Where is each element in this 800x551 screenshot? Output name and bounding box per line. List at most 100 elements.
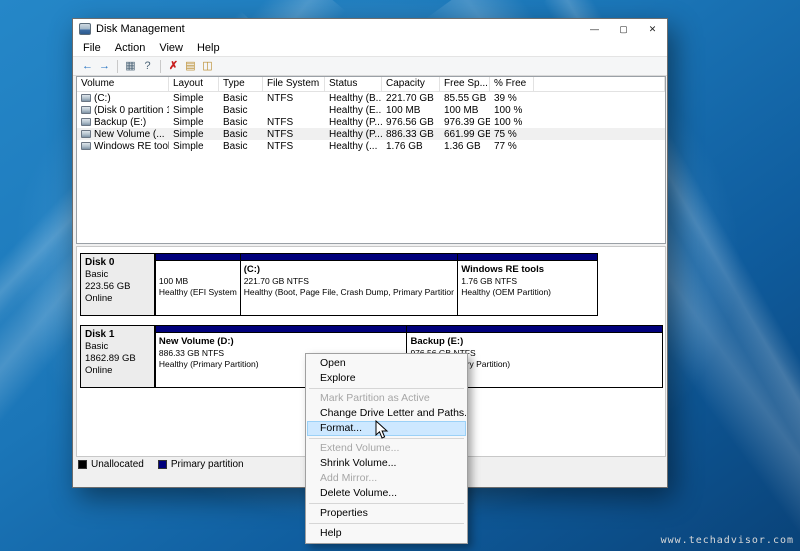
legend-label: Unallocated [91,459,144,470]
table-cell: Healthy (B... [325,93,382,104]
partition-status: Healthy (Boot, Page File, Crash Dump, Pr… [244,287,455,297]
table-cell: Healthy (P... [325,129,382,140]
partition-name: (C:) [244,264,455,275]
column-header-filesystem[interactable]: File System [263,77,325,91]
table-cell: Simple [169,117,219,128]
table-cell: 976.56 GB [382,117,440,128]
table-cell: Backup (E:) [94,117,146,128]
menu-item-change-drive-letter[interactable]: Change Drive Letter and Paths... [307,406,466,421]
title-bar[interactable]: Disk Management — ▢ ✕ [73,19,667,39]
table-cell: 1.36 GB [440,141,490,152]
menu-item-open[interactable]: Open [307,356,466,371]
table-cell: Simple [169,93,219,104]
back-icon[interactable]: ← [79,59,96,74]
table-cell: 100 % [490,105,534,116]
disk-type: Basic [85,341,150,352]
partition-name: New Volume (D:) [159,336,404,347]
table-row[interactable]: Windows RE tools Simple Basic NTFS Healt… [77,140,665,152]
drive-icon [81,130,91,138]
table-cell: Windows RE tools [94,141,169,152]
table-cell: 100 MB [440,105,490,116]
maximize-button[interactable]: ▢ [609,19,638,39]
table-cell: 886.33 GB [382,129,440,140]
menu-item-extend-volume: Extend Volume... [307,441,466,456]
table-cell: 100 % [490,117,534,128]
console-tree-icon[interactable]: ▦ [122,59,139,74]
menu-separator [309,388,464,389]
column-header-capacity[interactable]: Capacity [382,77,440,91]
disk-name: Disk 0 [85,257,150,268]
menu-help[interactable]: Help [190,42,227,54]
forward-icon[interactable]: → [96,59,113,74]
rescan-disks-icon[interactable]: ◫ [199,59,216,74]
table-cell: New Volume (... [94,129,165,140]
menu-separator [309,503,464,504]
column-header-volume[interactable]: Volume [77,77,169,91]
menu-item-explore[interactable]: Explore [307,371,466,386]
table-cell: Basic [219,105,263,116]
primary-partition-swatch-icon [158,460,167,469]
column-header-freespace[interactable]: Free Sp... [440,77,490,91]
menu-item-mark-partition-active: Mark Partition as Active [307,391,466,406]
partition-status: Healthy (EFI System [159,287,237,297]
minimize-button[interactable]: — [580,19,609,39]
partition-c[interactable]: (C:) 221.70 GB NTFS Healthy (Boot, Page … [240,254,458,315]
volume-list: Volume Layout Type File System Status Ca… [76,76,666,244]
disk-status: Online [85,365,150,376]
site-watermark: www.techadvisor.com [661,535,794,546]
table-cell: 1.76 GB [382,141,440,152]
toolbar: ← → ▦ ? ✗ ▤ ◫ [73,56,667,76]
disk-size: 223.56 GB [85,281,150,292]
table-cell: Simple [169,105,219,116]
drive-icon [81,118,91,126]
table-cell: 661.99 GB [440,129,490,140]
table-cell: Basic [219,141,263,152]
table-row[interactable]: (Disk 0 partition 1) Simple Basic Health… [77,104,665,116]
legend: Unallocated Primary partition [78,459,244,470]
disk-type: Basic [85,269,150,280]
disk0-row: Disk 0 Basic 223.56 GB Online 100 MB Hea… [80,253,598,316]
column-header-pctfree[interactable]: % Free [490,77,534,91]
disk0-label[interactable]: Disk 0 Basic 223.56 GB Online [81,254,155,315]
column-header-status[interactable]: Status [325,77,382,91]
partition-efi[interactable]: 100 MB Healthy (EFI System [155,254,240,315]
partition-color-strip [407,326,662,333]
partition-color-strip [458,254,597,261]
menu-item-delete-volume[interactable]: Delete Volume... [307,486,466,501]
close-button[interactable]: ✕ [638,19,667,39]
legend-label: Primary partition [171,459,244,470]
disk-size: 1862.89 GB [85,353,150,364]
table-cell: 75 % [490,129,534,140]
partition-color-strip [241,254,458,261]
disk1-label[interactable]: Disk 1 Basic 1862.89 GB Online [81,326,155,387]
app-icon [79,23,91,35]
drive-icon [81,142,91,150]
table-cell: 221.70 GB [382,93,440,104]
menu-file[interactable]: File [76,42,108,54]
column-header-type[interactable]: Type [219,77,263,91]
menu-item-properties[interactable]: Properties [307,506,466,521]
help-icon[interactable]: ? [139,59,156,74]
partition-size: 1.76 GB NTFS [461,276,594,286]
delete-volume-icon[interactable]: ✗ [165,59,182,74]
table-row[interactable]: Backup (E:) Simple Basic NTFS Healthy (P… [77,116,665,128]
table-row-selected[interactable]: New Volume (... Simple Basic NTFS Health… [77,128,665,140]
table-cell: Simple [169,141,219,152]
partition-windows-re[interactable]: Windows RE tools 1.76 GB NTFS Healthy (O… [457,254,597,315]
properties-icon[interactable]: ▤ [182,59,199,74]
partition-name: Backup (E:) [410,336,659,347]
disk-name: Disk 1 [85,329,150,340]
menu-item-shrink-volume[interactable]: Shrink Volume... [307,456,466,471]
table-cell: 39 % [490,93,534,104]
menu-action[interactable]: Action [108,42,153,54]
menu-item-help[interactable]: Help [307,526,466,541]
table-cell: 100 MB [382,105,440,116]
table-row[interactable]: (C:) Simple Basic NTFS Healthy (B... 221… [77,92,665,104]
table-cell: Healthy (E... [325,105,382,116]
column-header-layout[interactable]: Layout [169,77,219,91]
table-cell: 77 % [490,141,534,152]
menu-view[interactable]: View [152,42,190,54]
table-cell: Healthy (... [325,141,382,152]
table-cell: NTFS [263,141,325,152]
table-cell: 85.55 GB [440,93,490,104]
